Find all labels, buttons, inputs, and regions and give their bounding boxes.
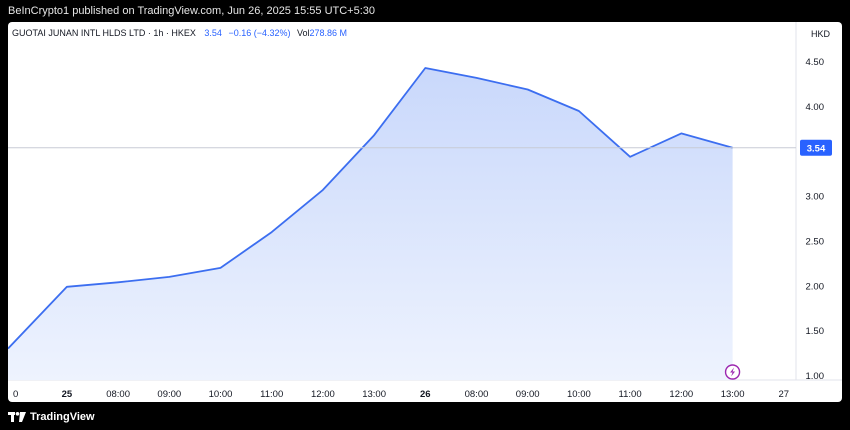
tradingview-logo-icon — [8, 412, 26, 423]
y-tick-label: 4.50 — [806, 57, 825, 68]
x-tick-label: 11:00 — [619, 389, 642, 400]
legend-price: 3.54 — [204, 28, 222, 38]
x-tick-label: 26 — [420, 389, 431, 400]
publish-bar: BeInCrypto1 published on TradingView.com… — [0, 0, 850, 22]
tradingview-brand[interactable]: TradingView — [8, 411, 95, 423]
legend-volume-label: Vol — [297, 28, 310, 38]
x-tick-label: 12:00 — [311, 389, 335, 400]
x-tick-label: 10:00 — [209, 389, 233, 400]
x-tick-label: 0 — [13, 389, 18, 400]
x-tick-label: 13:00 — [721, 389, 745, 400]
footer-bar: TradingView — [0, 402, 850, 430]
symbol-title: GUOTAI JUNAN INTL HLDS LTD · 1h · HKEX — [12, 28, 196, 38]
last-price-tag-label: 3.54 — [807, 143, 826, 154]
x-tick-label: 11:00 — [260, 389, 283, 400]
x-tick-label: 08:00 — [465, 389, 489, 400]
x-tick-label: 08:00 — [106, 389, 130, 400]
x-tick-label: 27 — [779, 389, 790, 400]
x-tick-label: 13:00 — [362, 389, 386, 400]
x-tick-label: 09:00 — [516, 389, 540, 400]
legend-change: −0.16 (−4.32%) — [228, 28, 291, 38]
y-tick-label: 2.50 — [806, 237, 825, 248]
x-tick-label: 25 — [62, 389, 73, 400]
symbol-legend: GUOTAI JUNAN INTL HLDS LTD · 1h · HKEX 3… — [12, 28, 347, 38]
chart-panel[interactable]: GUOTAI JUNAN INTL HLDS LTD · 1h · HKEX 3… — [8, 22, 842, 402]
legend-volume-value: 278.86 M — [309, 28, 348, 38]
brand-name: TradingView — [30, 411, 95, 424]
y-tick-label: 2.00 — [806, 281, 825, 292]
x-tick-label: 12:00 — [669, 389, 693, 400]
y-tick-label: 4.00 — [806, 102, 825, 113]
y-tick-label: 1.50 — [806, 326, 825, 337]
y-tick-label: 1.00 — [806, 371, 825, 382]
x-tick-label: 10:00 — [567, 389, 591, 400]
x-tick-label: 09:00 — [157, 389, 181, 400]
price-area-fill — [8, 68, 733, 380]
price-chart[interactable]: 1.001.502.002.503.003.504.004.503.540250… — [8, 22, 842, 402]
y-tick-label: 3.00 — [806, 192, 825, 203]
publish-info: BeInCrypto1 published on TradingView.com… — [8, 5, 376, 17]
